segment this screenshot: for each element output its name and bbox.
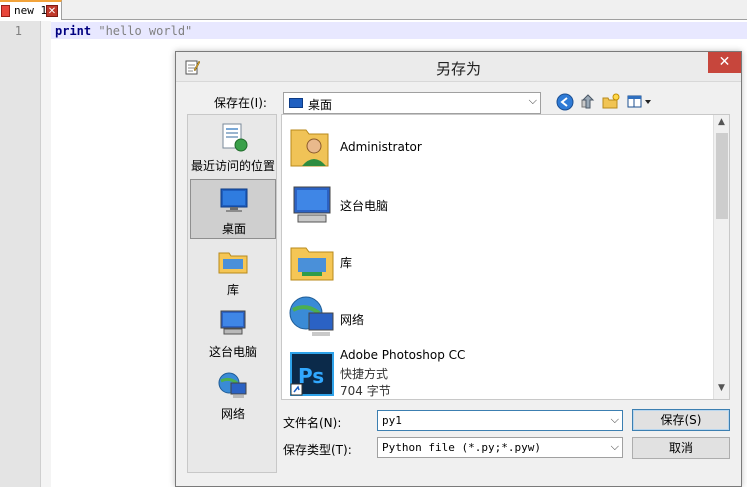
list-item-administrator[interactable]: Administrator: [282, 118, 712, 175]
close-button[interactable]: ✕: [708, 52, 741, 73]
list-item-photoshop[interactable]: Ps Adobe Photoshop CC 快捷方式 704 字节: [282, 346, 712, 399]
chevron-down-icon[interactable]: ⌵: [611, 413, 619, 427]
chevron-down-icon: ⌵: [528, 94, 537, 107]
place-label: 这台电脑: [208, 345, 257, 359]
place-recent[interactable]: 最近访问的位置: [190, 117, 276, 177]
dialog-titlebar[interactable]: 另存为 ✕: [176, 52, 741, 82]
code-string: "hello world": [98, 24, 193, 38]
place-label: 库: [226, 283, 239, 297]
file-name: Adobe Photoshop CC: [340, 348, 466, 362]
this-pc-icon: [293, 186, 331, 223]
tab-bar: new 1 ✕: [0, 0, 747, 20]
place-this-pc[interactable]: 这台电脑: [190, 303, 276, 363]
new-folder-icon[interactable]: [602, 93, 620, 111]
file-name-label: 文件名(N):: [283, 416, 342, 430]
scroll-down-icon[interactable]: ▼: [718, 383, 725, 393]
code-keyword: print: [55, 24, 92, 38]
save-as-dialog: 另存为 ✕ 保存在(I): 桌面 ⌵ 最近访问的位置 桌面 库 这台电脑 网络 …: [175, 51, 742, 487]
file-name-input[interactable]: py1 ⌵: [377, 410, 623, 431]
back-arrow-icon[interactable]: [556, 93, 574, 111]
save-type-label: 保存类型(T):: [283, 443, 352, 457]
view-menu-icon[interactable]: [626, 93, 654, 111]
file-name: Administrator: [340, 140, 422, 154]
user-folder-icon: [290, 129, 329, 167]
code-line[interactable]: print "hello world": [55, 24, 192, 38]
save-in-value: 桌面: [308, 98, 333, 112]
list-item-network[interactable]: 网络: [282, 289, 712, 346]
file-name-value: py1: [382, 414, 402, 427]
line-number: 1: [14, 24, 22, 38]
place-label: 桌面: [221, 222, 246, 236]
places-bar: 最近访问的位置 桌面 库 这台电脑 网络: [187, 114, 277, 473]
photoshop-shortcut-icon: Ps: [290, 352, 334, 396]
scrollbar-thumb[interactable]: [716, 133, 728, 219]
line-number-gutter: [0, 21, 41, 487]
libraries-icon: [290, 247, 334, 281]
file-name: 这台电脑: [340, 199, 389, 213]
chevron-down-icon: ⌵: [610, 440, 619, 453]
place-label: 最近访问的位置: [190, 159, 275, 173]
place-network[interactable]: 网络: [190, 365, 276, 425]
libraries-icon: [218, 252, 248, 274]
vertical-scrollbar[interactable]: ▲ ▼: [713, 115, 729, 399]
file-type: 快捷方式: [340, 367, 389, 381]
list-item-libraries[interactable]: 库: [282, 232, 712, 289]
save-in-label: 保存在(I):: [214, 96, 267, 110]
scroll-up-icon[interactable]: ▲: [718, 117, 725, 127]
dialog-title: 另存为: [435, 60, 481, 78]
desktop-icon: [220, 188, 248, 212]
up-folder-icon[interactable]: [579, 93, 597, 111]
save-in-dropdown[interactable]: 桌面 ⌵: [283, 92, 541, 114]
file-name: 网络: [340, 313, 365, 327]
file-name: 库: [340, 256, 353, 270]
save-type-dropdown[interactable]: Python file (*.py;*.pyw) ⌵: [377, 437, 623, 458]
list-item-this-pc[interactable]: 这台电脑: [282, 175, 712, 232]
tab-new-1[interactable]: new 1 ✕: [0, 0, 62, 20]
network-icon: [218, 372, 247, 398]
recent-places-icon: [222, 123, 248, 152]
unsaved-file-icon: [1, 5, 10, 17]
tab-label: new 1: [14, 4, 48, 17]
save-button[interactable]: 保存(S): [632, 409, 730, 431]
place-desktop[interactable]: 桌面: [190, 179, 276, 239]
file-size: 704 字节: [340, 384, 391, 398]
place-label: 网络: [220, 407, 245, 421]
cancel-button[interactable]: 取消: [632, 437, 730, 459]
tab-close-icon[interactable]: ✕: [46, 5, 58, 17]
network-icon: [289, 296, 334, 336]
this-pc-icon: [220, 310, 246, 335]
save-type-value: Python file (*.py;*.pyw): [382, 441, 541, 454]
place-libraries[interactable]: 库: [190, 241, 276, 301]
desktop-icon: [289, 98, 303, 108]
file-list[interactable]: Administrator 这台电脑 库 网络 Ps Adobe Photosh…: [281, 114, 730, 400]
fold-margin: [41, 21, 51, 487]
